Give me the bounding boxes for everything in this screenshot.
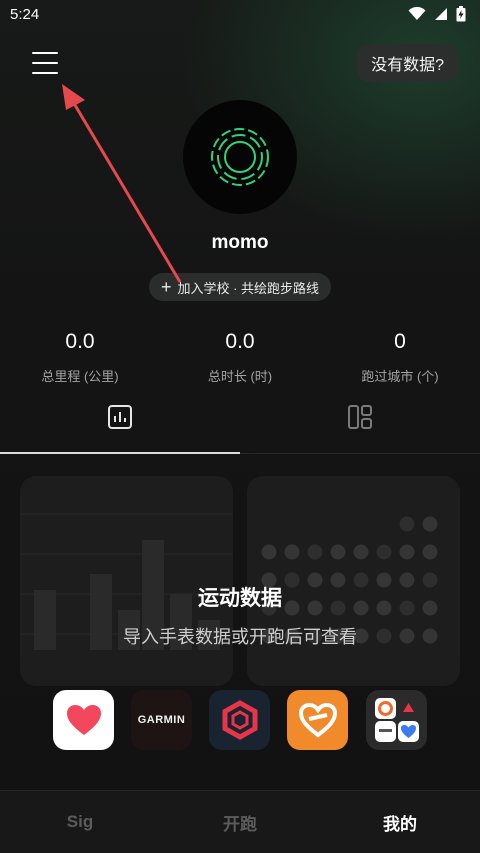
stat-label: 总里程 (公里) bbox=[41, 369, 119, 384]
stat-total-distance: 0.0 总里程 (公里) bbox=[0, 330, 160, 385]
placeholder-dot bbox=[261, 544, 277, 560]
stat-label: 跑过城市 (个) bbox=[361, 369, 439, 384]
placeholder-dot bbox=[422, 544, 438, 560]
stats-row: 0.0 总里程 (公里) 0.0 总时长 (时) 0 跑过城市 (个) bbox=[0, 330, 480, 385]
placeholder-dot bbox=[353, 544, 369, 560]
layout-grid-icon bbox=[348, 405, 372, 429]
coros-app-button[interactable] bbox=[209, 690, 270, 750]
huawei-health-app-button[interactable] bbox=[287, 690, 348, 750]
join-school-label: 加入学校 · 共绘跑步路线 bbox=[177, 280, 320, 296]
empty-state-subtitle: 导入手表数据或开跑后可查看 bbox=[123, 627, 357, 647]
tab-grid-view[interactable] bbox=[240, 400, 480, 455]
chart-placeholder-card bbox=[20, 476, 233, 686]
stat-label: 总时长 (时) bbox=[207, 369, 273, 384]
bar-chart-icon bbox=[108, 405, 132, 429]
app-grid-icon bbox=[374, 698, 419, 742]
placeholder-dot bbox=[307, 544, 323, 560]
heart-icon bbox=[66, 705, 101, 735]
status-bar: 5:24 bbox=[0, 0, 480, 28]
nav-sig[interactable]: Sig bbox=[0, 791, 160, 853]
placeholder-dots bbox=[261, 516, 438, 644]
nav-mine[interactable]: 我的 bbox=[320, 791, 480, 853]
empty-state-title: 运动数据 bbox=[198, 587, 282, 610]
stat-value: 0 bbox=[394, 330, 406, 353]
heart-outline-icon bbox=[298, 702, 337, 738]
placeholder-dot bbox=[399, 544, 415, 560]
wifi-icon bbox=[408, 7, 426, 20]
garmin-app-button[interactable]: GARMIN bbox=[131, 690, 192, 750]
placeholder-dot bbox=[422, 516, 438, 532]
hexagon-icon bbox=[222, 700, 257, 740]
dots-placeholder-card bbox=[247, 476, 460, 686]
stat-value: 0.0 bbox=[225, 330, 255, 353]
status-time: 5:24 bbox=[10, 5, 40, 23]
garmin-logo: GARMIN bbox=[137, 714, 186, 726]
stat-cities: 0 跑过城市 (个) bbox=[320, 330, 480, 385]
plus-icon: + bbox=[160, 277, 172, 297]
menu-line bbox=[32, 52, 58, 54]
health-app-button[interactable] bbox=[53, 690, 114, 750]
bottom-nav: Sig 开跑 我的 bbox=[0, 790, 480, 853]
tab-divider bbox=[240, 453, 480, 454]
status-icons bbox=[408, 6, 466, 22]
placeholder-dot bbox=[376, 544, 392, 560]
more-apps-button[interactable] bbox=[366, 690, 427, 750]
import-apps-row: GARMIN bbox=[0, 690, 480, 750]
menu-line bbox=[32, 62, 58, 64]
no-data-label: 没有数据? bbox=[371, 57, 444, 74]
menu-icon[interactable] bbox=[28, 48, 62, 78]
avatar-ring-icon bbox=[211, 128, 269, 186]
signal-icon bbox=[435, 8, 447, 20]
tab-chart-view[interactable] bbox=[0, 400, 240, 455]
menu-line bbox=[32, 72, 58, 74]
placeholder-dot bbox=[284, 544, 300, 560]
stat-total-duration: 0.0 总时长 (时) bbox=[160, 330, 320, 385]
no-data-button[interactable]: 没有数据? bbox=[357, 44, 458, 82]
view-tabs bbox=[0, 400, 480, 455]
nav-start-run[interactable]: 开跑 bbox=[160, 791, 320, 853]
active-tab-indicator bbox=[0, 452, 240, 454]
battery-icon bbox=[456, 6, 466, 22]
placeholder-dot bbox=[399, 516, 415, 532]
username: momo bbox=[211, 232, 269, 253]
stat-value: 0.0 bbox=[65, 330, 95, 353]
avatar[interactable] bbox=[183, 100, 297, 214]
placeholder-dot bbox=[330, 544, 346, 560]
join-school-button[interactable]: + 加入学校 · 共绘跑步路线 bbox=[149, 273, 331, 301]
placeholder-bars bbox=[20, 513, 233, 650]
